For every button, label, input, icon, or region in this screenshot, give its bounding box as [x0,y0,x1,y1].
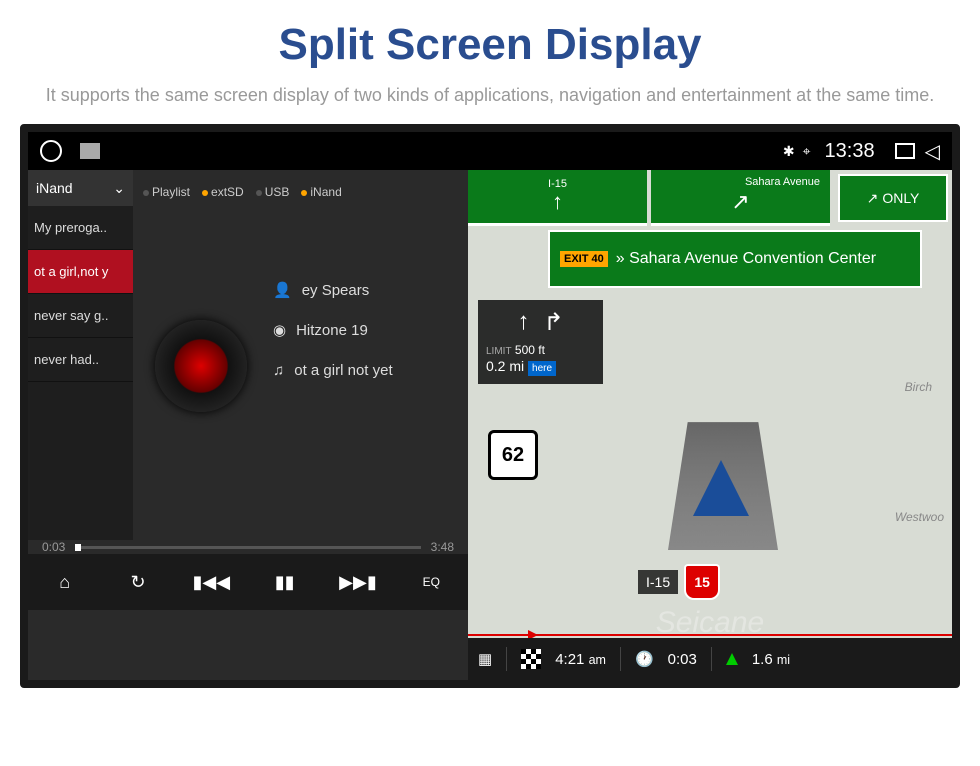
page-title: Split Screen Display [40,20,940,70]
exit-badge: EXIT 40 [560,251,608,267]
here-logo-icon: here [528,361,556,376]
speed-limit-sign: 62 [488,430,538,480]
next-distance: 1.6 mi [752,651,790,668]
recent-apps-icon[interactable] [895,143,915,159]
source-tabs: Playlist extSD USB iNand [143,178,458,206]
source-dropdown[interactable]: iNand ⌄ [28,170,133,206]
limit-label: LIMIT [486,346,512,357]
album-art-icon [155,320,247,412]
only-sign: ↗ONLY [838,174,948,222]
lane-arrow-icon: ↑ [517,308,529,337]
home-circle-icon[interactable] [40,140,62,162]
media-player-pane: iNand ⌄ My preroga.. ot a girl,not y nev… [28,170,468,680]
album-name: Hitzone 19 [296,322,368,339]
status-bar: ✱ ⌖ 13:38 ◁ [28,132,952,170]
arrow-upright-icon: ↗ [867,190,879,207]
prev-button[interactable]: ▮◀◀ [191,572,231,593]
source-tab[interactable]: iNand [301,185,341,199]
eta-remaining: 0:03 [668,651,697,668]
route-shield: I-15 15 [638,564,720,600]
street-label: Birch [905,380,932,394]
lane-arrow-icon: ↱ [543,308,563,337]
media-controls: ⌂ ↻ ▮◀◀ ▮▮ ▶▶▮ EQ [28,554,468,610]
navigation-pane[interactable]: I-15↑ Sahara Avenue↗ ↗ONLY EXIT 40 » Sah… [468,170,952,680]
interstate-shield-icon: 15 [684,564,720,600]
playlist-item[interactable]: never say g.. [28,294,133,338]
source-tab[interactable]: extSD [202,185,244,199]
pause-button[interactable]: ▮▮ [265,572,305,593]
lane-dist-mi: 0.2 [486,358,505,374]
home-button[interactable]: ⌂ [45,572,85,593]
menu-icon[interactable]: ▦ [478,650,492,668]
disc-icon: ◉ [273,321,286,339]
playlist-item[interactable]: My preroga.. [28,206,133,250]
destination-flag-icon [521,649,541,669]
progress-bar[interactable]: 0:03 3:48 [28,540,468,554]
exit-destination: » Sahara Avenue Convention Center [616,249,876,268]
eq-button[interactable]: EQ [411,575,451,589]
nav-arrow-icon [693,460,749,516]
music-note-icon: ♫ [273,362,284,379]
track-name: ot a girl not yet [294,362,392,379]
chevron-down-icon: ⌄ [113,180,125,197]
back-icon[interactable]: ◁ [925,139,940,164]
device-frame: ✱ ⌖ 13:38 ◁ iNand ⌄ My preroga.. ot a gi… [20,124,960,688]
arrow-up-icon: ↑ [552,189,563,215]
clock-icon: 🕐 [635,650,654,668]
page-subtitle: It supports the same screen display of t… [40,82,940,109]
person-icon: 👤 [273,281,292,299]
artist-name: ey Spears [302,282,370,299]
source-tab[interactable]: Playlist [143,185,190,199]
playlist-item[interactable]: never had.. [28,338,133,382]
nav-bottom-bar: ▦ 4:21 am 🕐 0:03 1.6 mi [468,638,952,680]
source-selected: iNand [36,180,73,196]
playlist-item[interactable]: ot a girl,not y [28,250,133,294]
street-label: Sahara Avenue [745,176,820,188]
source-tab[interactable]: USB [256,185,290,199]
route-label: I-15 [638,570,678,594]
clock: 13:38 [825,140,875,163]
gallery-icon[interactable] [80,143,100,159]
arrow-upright-icon: ↗ [731,189,749,215]
time-elapsed: 0:03 [42,540,65,554]
time-total: 3:48 [431,540,454,554]
repeat-button[interactable]: ↻ [118,572,158,593]
street-label: Westwoo [895,510,944,524]
next-turn-icon [726,653,738,665]
lane-guidance: ↑↱ LIMIT 500 ft 0.2 mi here [478,300,603,384]
arrival-time: 4:21 am [555,651,606,668]
next-button[interactable]: ▶▶▮ [338,572,378,593]
route-line [468,634,952,636]
lane-dist-ft: 500 ft [515,343,545,357]
playlist-sidebar: iNand ⌄ My preroga.. ot a girl,not y nev… [28,170,133,540]
exit-banner: EXIT 40 » Sahara Avenue Convention Cente… [548,230,922,288]
location-icon: ⌖ [803,143,811,160]
bluetooth-icon: ✱ [783,143,795,160]
